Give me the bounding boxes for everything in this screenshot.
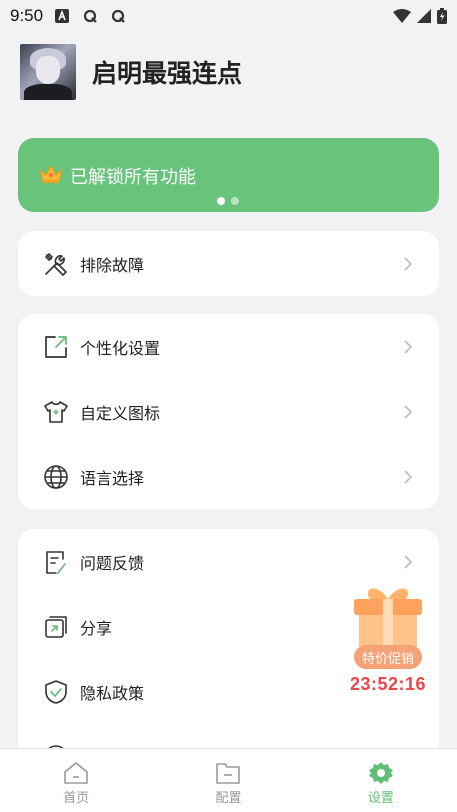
external-link-icon <box>42 333 70 361</box>
avatar[interactable] <box>20 44 76 100</box>
banner-text: 已解锁所有功能 <box>70 167 196 188</box>
menu-item-language[interactable]: 语言选择 <box>18 444 439 509</box>
menu-item-label: 自定义图标 <box>80 403 161 423</box>
wifi-icon <box>393 9 411 23</box>
tab-label: 首页 <box>63 791 90 806</box>
tab-home[interactable]: 首页 <box>0 749 152 812</box>
menu-item-personalize[interactable]: 个性化设置 <box>18 314 439 379</box>
pagination-dot-active <box>217 197 225 205</box>
settings-card-personalize: 个性化设置 自定义图标 语言选择 <box>18 314 439 509</box>
promo-tag: 特价促销 <box>354 645 422 669</box>
username: 启明最强连点 <box>92 59 243 88</box>
q-notification-icon <box>83 9 97 23</box>
home-icon <box>64 762 88 784</box>
settings-card-troubleshoot: 排除故障 <box>18 231 439 296</box>
chevron-right-icon <box>404 404 413 419</box>
bottom-tab-bar: 首页 配置 设置 <box>0 748 457 812</box>
signal-icon <box>417 9 431 23</box>
tab-label: 设置 <box>367 791 394 806</box>
profile-header[interactable]: 启明最强连点 <box>20 44 242 100</box>
feedback-icon <box>42 548 70 576</box>
menu-item-label: 隐私政策 <box>80 683 145 703</box>
menu-item-label: 语言选择 <box>80 468 145 488</box>
menu-item-label: 问题反馈 <box>80 553 145 573</box>
a-notification-icon <box>55 9 70 23</box>
chevron-right-icon <box>404 554 413 569</box>
status-time: 9:50 <box>10 6 44 25</box>
tools-icon <box>42 250 70 278</box>
chevron-right-icon <box>404 469 413 484</box>
share-link-icon <box>42 613 70 641</box>
tab-settings[interactable]: 设置 <box>305 749 457 812</box>
pagination-dot <box>231 197 239 205</box>
globe-icon <box>42 463 70 491</box>
q-notification-icon <box>111 9 125 23</box>
chevron-right-icon <box>404 256 413 271</box>
shield-check-icon <box>42 678 70 706</box>
chevron-right-icon <box>404 339 413 354</box>
gear-icon <box>368 762 393 784</box>
battery-icon <box>437 8 447 24</box>
folder-icon <box>216 763 241 784</box>
menu-item-troubleshoot[interactable]: 排除故障 <box>18 231 439 296</box>
unlock-banner[interactable]: 已解锁所有功能 <box>18 138 439 212</box>
tab-config[interactable]: 配置 <box>152 749 304 812</box>
crown-icon <box>39 164 63 183</box>
status-bar: 9:50 <box>0 0 457 32</box>
promo-countdown: 23:52:16 <box>350 674 427 694</box>
menu-item-label: 个性化设置 <box>80 338 161 358</box>
menu-item-label: 排除故障 <box>80 255 145 275</box>
banner-pagination <box>217 197 239 205</box>
menu-item-label: 分享 <box>80 618 113 638</box>
tab-label: 配置 <box>215 791 242 806</box>
menu-item-custom-icon[interactable]: 自定义图标 <box>18 379 439 444</box>
tshirt-icon <box>42 398 70 426</box>
promo-gift-widget[interactable]: 特价促销 23:52:16 <box>348 583 428 698</box>
